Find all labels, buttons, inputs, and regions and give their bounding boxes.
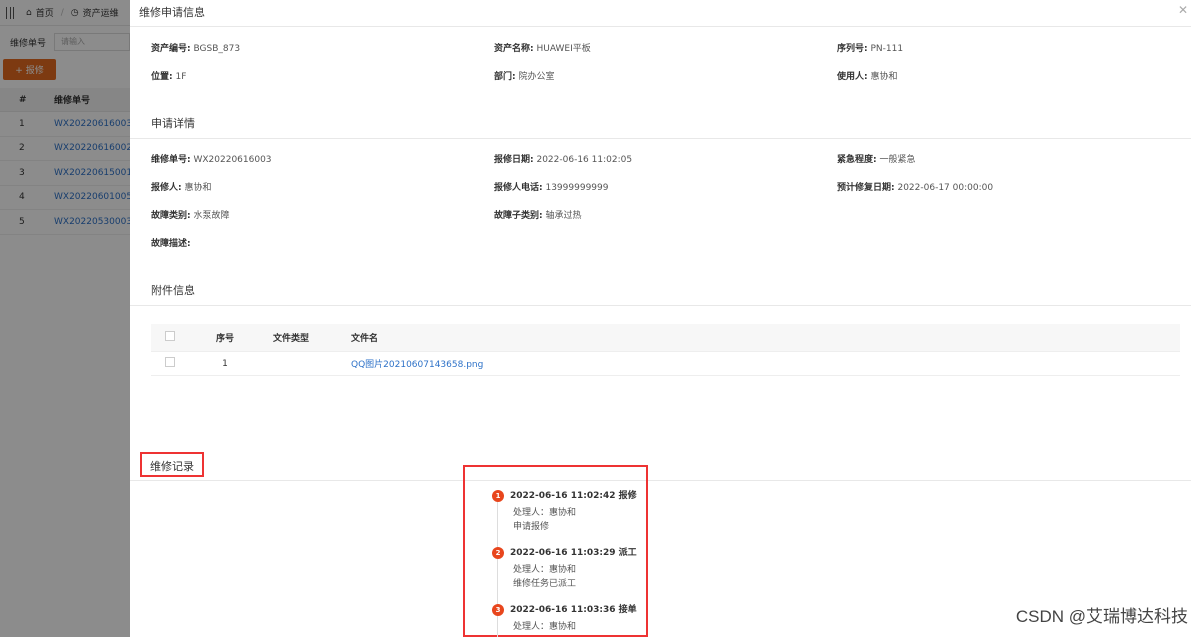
field-value: 院办公室 xyxy=(518,72,555,82)
field-label: 报修人: xyxy=(151,183,182,193)
field-label: 部门: xyxy=(494,72,516,82)
field-fault-subtype: 故障子类别: 轴承过热 xyxy=(494,208,582,221)
header-no: 序号 xyxy=(215,334,234,344)
field-user: 使用人: 惠协和 xyxy=(837,69,898,82)
field-value: 惠协和 xyxy=(184,183,212,193)
field-location: 位置: 1F xyxy=(151,69,186,82)
field-value: 惠协和 xyxy=(870,72,898,82)
field-label: 报修人电话: xyxy=(494,183,543,193)
row-no: 1 xyxy=(222,358,228,369)
row-checkbox[interactable] xyxy=(151,357,199,370)
timeline-head: 2022-06-16 11:03:29 派工 xyxy=(510,548,637,558)
close-icon[interactable]: ✕ xyxy=(1178,3,1188,17)
drawer-title: 维修申请信息 xyxy=(139,6,205,19)
field-value: 2022-06-16 11:02:05 xyxy=(536,155,633,165)
attachments-table: 序号 文件类型 文件名 1 QQ图片20210607143658.png xyxy=(151,324,1180,376)
field-value: PN-111 xyxy=(870,44,904,54)
field-reporter: 报修人: 惠协和 xyxy=(151,180,212,193)
table-header: 序号 文件类型 文件名 xyxy=(151,324,1180,352)
field-label: 故障类别: xyxy=(151,211,191,221)
timeline-step-badge: 1 xyxy=(492,490,504,502)
timeline-handler: 处理人：惠协和 xyxy=(513,565,577,575)
repair-info-drawer: 维修申请信息 ✕ 资产编号: BGSB_873 资产名称: HUAWEI平板 序… xyxy=(130,0,1200,637)
field-label: 维修单号: xyxy=(151,155,191,165)
field-label: 位置: xyxy=(151,72,173,82)
field-label: 预计修复日期: xyxy=(837,183,895,193)
field-value: BGSB_873 xyxy=(193,44,241,54)
field-repair-no: 维修单号: WX20220616003 xyxy=(151,152,272,165)
field-value: 一般紧急 xyxy=(879,155,916,165)
field-value: 水泵故障 xyxy=(193,211,230,221)
field-reporter-phone: 报修人电话: 13999999999 xyxy=(494,180,608,193)
divider xyxy=(130,480,1191,481)
header-file-name: 文件名 xyxy=(351,334,379,344)
field-report-date: 报修日期: 2022-06-16 11:02:05 xyxy=(494,152,632,165)
table-row: 1 QQ图片20210607143658.png xyxy=(151,352,1180,376)
divider xyxy=(130,26,1191,27)
field-label: 故障描述: xyxy=(151,239,191,249)
field-urgency: 紧急程度: 一般紧急 xyxy=(837,152,916,165)
field-label: 紧急程度: xyxy=(837,155,877,165)
field-value: 1F xyxy=(175,72,187,82)
timeline-line xyxy=(497,497,498,637)
field-fault-desc: 故障描述: xyxy=(151,236,191,249)
field-est-repair-date: 预计修复日期: 2022-06-17 00:00:00 xyxy=(837,180,993,193)
watermark: CSDN @艾瑞博达科技 xyxy=(1015,607,1188,626)
timeline-handler: 处理人：惠协和 xyxy=(513,508,577,518)
timeline-note: 维修任务已派工 xyxy=(513,579,577,589)
section-title-records: 维修记录 xyxy=(150,460,194,473)
section-title-attachments: 附件信息 xyxy=(151,284,195,297)
divider xyxy=(130,305,1191,306)
field-asset-no: 资产编号: BGSB_873 xyxy=(151,41,240,54)
field-asset-name: 资产名称: HUAWEI平板 xyxy=(494,41,591,54)
field-value: HUAWEI平板 xyxy=(536,44,591,54)
field-value: 13999999999 xyxy=(545,183,609,193)
field-fault-type: 故障类别: 水泵故障 xyxy=(151,208,230,221)
field-serial: 序列号: PN-111 xyxy=(837,41,903,54)
field-label: 故障子类别: xyxy=(494,211,543,221)
field-label: 使用人: xyxy=(837,72,868,82)
file-link[interactable]: QQ图片20210607143658.png xyxy=(351,357,1180,370)
field-label: 资产编号: xyxy=(151,44,191,54)
field-label: 序列号: xyxy=(837,44,868,54)
field-dept: 部门: 院办公室 xyxy=(494,69,555,82)
field-label: 资产名称: xyxy=(494,44,534,54)
timeline-step-badge: 2 xyxy=(492,547,504,559)
field-label: 报修日期: xyxy=(494,155,534,165)
header-file-type: 文件类型 xyxy=(273,334,310,344)
timeline-head: 2022-06-16 11:03:36 接单 xyxy=(510,605,637,615)
timeline-handler: 处理人：惠协和 xyxy=(513,622,577,632)
select-all-checkbox[interactable] xyxy=(151,331,199,344)
field-value: 2022-06-17 00:00:00 xyxy=(897,183,994,193)
divider xyxy=(130,138,1191,139)
timeline-note: 申请报修 xyxy=(513,522,550,532)
field-value: WX20220616003 xyxy=(193,155,272,165)
section-title-detail: 申请详情 xyxy=(151,117,195,130)
field-value: 轴承过热 xyxy=(545,211,582,221)
timeline-step-badge: 3 xyxy=(492,604,504,616)
timeline-head: 2022-06-16 11:02:42 报修 xyxy=(510,491,637,501)
